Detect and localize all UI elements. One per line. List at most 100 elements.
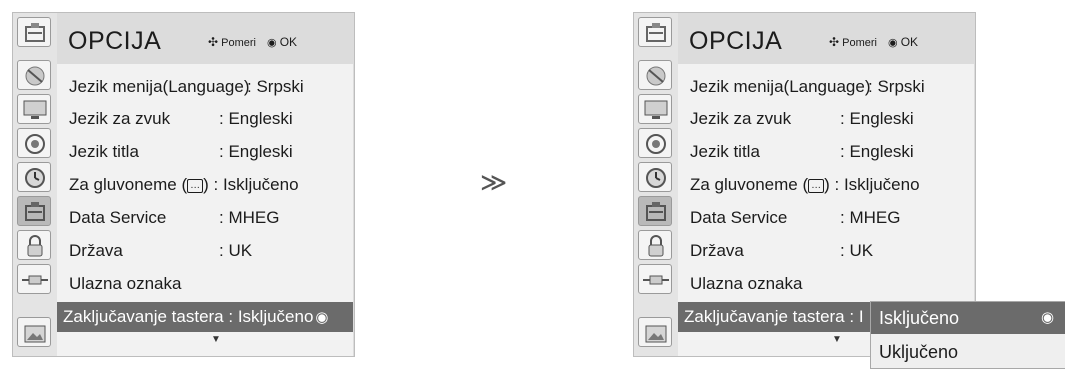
tv-screen-icon bbox=[23, 100, 47, 119]
menu-item-value: : UK bbox=[219, 241, 253, 260]
tab-audio[interactable] bbox=[17, 128, 51, 158]
menu-item-label: Jezik titla bbox=[690, 142, 760, 161]
menu-item-value: : MHEG bbox=[219, 208, 280, 227]
menu-item-input-label[interactable]: Ulazna oznaka bbox=[57, 269, 353, 299]
subtitle-cc-icon: … bbox=[187, 179, 204, 193]
dropdown-option-label: Uključeno bbox=[879, 342, 959, 362]
tab-channel[interactable] bbox=[638, 60, 672, 90]
menu-title: OPCIJA bbox=[68, 27, 162, 55]
lock-icon bbox=[27, 235, 43, 257]
navigation-hint: ✣ Pomeri ◉ OK bbox=[208, 35, 297, 49]
satellite-icon bbox=[25, 66, 45, 86]
menu-item-label: Zaključavanje tastera : Isključeno ◉ bbox=[63, 307, 329, 326]
ok-button-icon: ◉ bbox=[315, 309, 329, 326]
hint-move-label: Pomeri bbox=[221, 37, 256, 49]
menu-item-value: : UK bbox=[840, 241, 874, 260]
hint-ok-label: OK bbox=[900, 35, 919, 49]
menu-item-country[interactable]: Država : UK bbox=[678, 236, 974, 266]
scroll-down-arrow-icon[interactable]: ▼ bbox=[211, 334, 221, 345]
tab-input[interactable] bbox=[17, 264, 51, 294]
menu-item-audio-language[interactable]: Jezik za zvuk : Engleski bbox=[678, 104, 974, 134]
ok-button-icon: ◉ bbox=[267, 37, 277, 49]
option-icon bbox=[25, 23, 45, 42]
menu-item-value: : Engleski bbox=[840, 142, 914, 161]
menu-item-subtitle-language[interactable]: Jezik titla : Engleski bbox=[57, 137, 353, 167]
ok-button-icon: ◉ bbox=[888, 37, 898, 49]
menu-item-key-lock[interactable]: Zaključavanje tastera : Isključeno ◉ bbox=[57, 302, 353, 332]
menu-item-value: : Srpski bbox=[868, 77, 925, 96]
tab-time[interactable] bbox=[638, 162, 672, 192]
menu-item-value: : Engleski bbox=[219, 142, 293, 161]
clock-icon bbox=[646, 168, 666, 188]
menu-item-label: Data Service bbox=[690, 208, 788, 227]
menu-item-label: Jezik za zvuk bbox=[690, 109, 792, 128]
menu-item-value: : Engleski bbox=[840, 109, 914, 128]
photo-icon bbox=[24, 325, 46, 343]
menu-item-value: : Engleski bbox=[219, 109, 293, 128]
menu-item-label: Jezik titla bbox=[69, 142, 139, 161]
menu-list: Jezik menija(Language) : Srpski Jezik za… bbox=[57, 64, 353, 356]
tab-header-option bbox=[17, 17, 51, 47]
clock-icon bbox=[25, 168, 45, 188]
tab-input[interactable] bbox=[638, 264, 672, 294]
navigation-hint: ✣ Pomeri ◉ OK bbox=[829, 35, 918, 49]
scroll-down-arrow-icon[interactable]: ▼ bbox=[832, 334, 842, 345]
menu-item-hard-of-hearing[interactable]: Za gluvoneme (…) : Isključeno bbox=[57, 170, 353, 200]
menu-sidebar bbox=[13, 13, 57, 356]
tab-option[interactable] bbox=[17, 196, 51, 226]
menu-item-label: Jezik za zvuk bbox=[69, 109, 171, 128]
menu-item-audio-language[interactable]: Jezik za zvuk : Engleski bbox=[57, 104, 353, 134]
four-way-arrow-icon: ✣ bbox=[829, 35, 840, 49]
tab-picture[interactable] bbox=[17, 94, 51, 124]
option-icon bbox=[646, 23, 666, 42]
satellite-icon bbox=[646, 66, 666, 86]
menu-item-label: Ulazna oznaka bbox=[690, 274, 803, 293]
tab-picture[interactable] bbox=[638, 94, 672, 124]
menu-item-label: Ulazna oznaka bbox=[69, 274, 182, 293]
speaker-icon bbox=[25, 134, 45, 154]
menu-item-data-service[interactable]: Data Service : MHEG bbox=[57, 203, 353, 233]
option-icon bbox=[25, 202, 45, 221]
tab-option[interactable] bbox=[638, 196, 672, 226]
menu-item-label: Za gluvoneme (…) : Isključeno bbox=[69, 175, 299, 194]
input-plug-icon bbox=[643, 275, 669, 285]
menu-item-label: Država bbox=[69, 241, 123, 260]
tab-photo[interactable] bbox=[638, 317, 672, 347]
menu-item-language[interactable]: Jezik menija(Language) : Srpski bbox=[678, 72, 974, 102]
menu-title: OPCIJA bbox=[689, 27, 783, 55]
menu-item-value: : Srpski bbox=[247, 77, 304, 96]
tv-screen-icon bbox=[644, 100, 668, 119]
menu-item-value: : MHEG bbox=[840, 208, 901, 227]
menu-item-data-service[interactable]: Data Service : MHEG bbox=[678, 203, 974, 233]
transition-arrow: ≫ bbox=[480, 167, 508, 197]
key-lock-dropdown[interactable]: Isključeno ◉ Uključeno bbox=[870, 301, 1065, 369]
lock-icon bbox=[648, 235, 664, 257]
options-menu-before: OPCIJA ✣ Pomeri ◉ OK Jezik menija(Langua… bbox=[12, 12, 355, 357]
tab-header-option bbox=[638, 17, 672, 47]
menu-item-label: Država bbox=[690, 241, 744, 260]
photo-icon bbox=[645, 325, 667, 343]
tab-lock[interactable] bbox=[17, 230, 51, 260]
menu-item-input-label[interactable]: Ulazna oznaka bbox=[678, 269, 974, 299]
menu-item-hard-of-hearing[interactable]: Za gluvoneme (…) : Isključeno bbox=[678, 170, 974, 200]
dropdown-option-off[interactable]: Isključeno ◉ bbox=[871, 302, 1065, 334]
hint-move-label: Pomeri bbox=[842, 37, 877, 49]
tab-audio[interactable] bbox=[638, 128, 672, 158]
subtitle-cc-icon: … bbox=[808, 179, 825, 193]
menu-item-label: Za gluvoneme (…) : Isključeno bbox=[690, 175, 920, 194]
option-icon bbox=[646, 202, 666, 221]
tab-photo[interactable] bbox=[17, 317, 51, 347]
speaker-icon bbox=[646, 134, 666, 154]
menu-sidebar bbox=[634, 13, 678, 356]
menu-item-subtitle-language[interactable]: Jezik titla : Engleski bbox=[678, 137, 974, 167]
menu-item-country[interactable]: Država : UK bbox=[57, 236, 353, 266]
tab-time[interactable] bbox=[17, 162, 51, 192]
ok-button-icon: ◉ bbox=[1041, 309, 1055, 326]
menu-item-label: Zaključavanje tastera : I bbox=[684, 307, 864, 326]
menu-item-language[interactable]: Jezik menija(Language) : Srpski bbox=[57, 72, 353, 102]
tab-channel[interactable] bbox=[17, 60, 51, 90]
tab-lock[interactable] bbox=[638, 230, 672, 260]
menu-item-label: Jezik menija(Language) bbox=[69, 77, 250, 96]
menu-item-label: Jezik menija(Language) bbox=[690, 77, 871, 96]
dropdown-option-on[interactable]: Uključeno bbox=[871, 336, 1065, 368]
